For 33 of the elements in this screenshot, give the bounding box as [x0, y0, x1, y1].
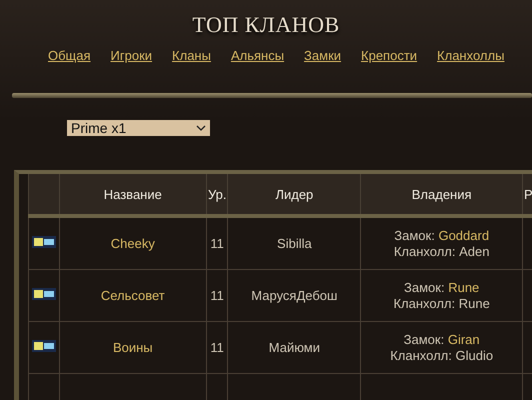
clan-level: 11	[210, 236, 224, 251]
chevron-icon	[196, 125, 206, 131]
column-header: Владения	[412, 186, 472, 202]
column-header: Ур.	[208, 186, 226, 202]
clan-emblem-icon	[32, 340, 56, 352]
nav-link[interactable]: Альянсы	[230, 48, 284, 63]
clanhall-holding: Кланхолл: Rune	[392, 296, 491, 312]
nav-link[interactable]: Игроки	[110, 48, 152, 63]
nav-link[interactable]: Общая	[48, 48, 91, 63]
clan-leader: Майюми	[268, 340, 320, 355]
column-header: Название	[104, 186, 162, 202]
column-header: Лидер	[275, 186, 314, 202]
nav-link[interactable]: Кланы	[172, 48, 211, 63]
clan-emblem-icon	[32, 288, 56, 300]
clan-level: 11	[210, 288, 224, 303]
nav-link[interactable]: Кланхоллы	[437, 48, 504, 63]
clan-name: Сельсовет	[100, 288, 165, 303]
nav-link[interactable]: Крепости	[361, 48, 418, 63]
castle-holding: Замок: Goddard	[393, 228, 490, 244]
clan-name: Воины	[112, 340, 153, 355]
server-select[interactable]: Prime x1	[67, 120, 210, 136]
clan-leader: Sibilla	[277, 236, 312, 251]
clan-name: Cheeky	[110, 236, 155, 251]
castle-holding: Замок: Rune	[403, 280, 480, 296]
nav-link[interactable]: Замки	[304, 48, 342, 63]
clan-level: 11	[210, 340, 224, 355]
page-title: ТОП КЛАНОВ	[191, 12, 341, 38]
clanhall-holding: Кланхолл: Gludio	[389, 348, 494, 364]
clan-leader: МарусяДебош	[251, 288, 338, 303]
clan-emblem-icon	[32, 236, 56, 248]
clanhall-holding: Кланхолл: Aden	[392, 244, 490, 260]
castle-holding: Замок: Giran	[402, 332, 481, 348]
column-header: Р	[524, 186, 532, 202]
